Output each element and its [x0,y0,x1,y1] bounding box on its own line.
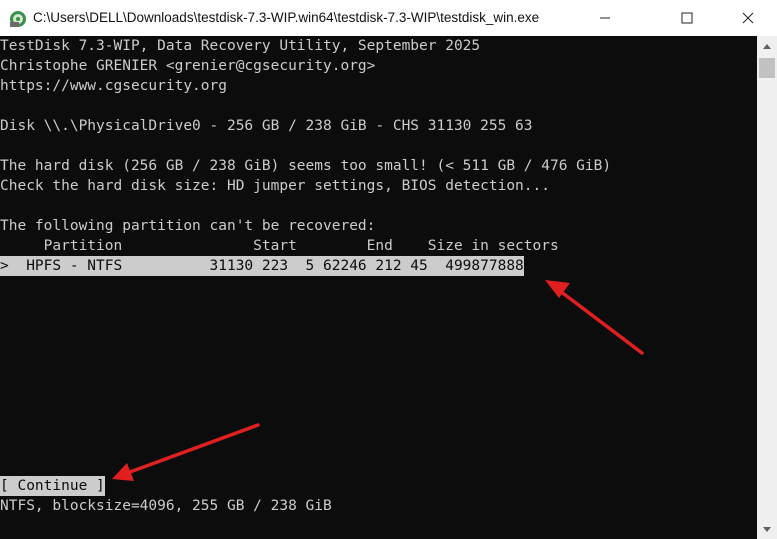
maximize-icon [681,12,693,24]
window-title: C:\Users\DELL\Downloads\testdisk-7.3-WIP… [33,10,540,25]
scroll-up-button[interactable] [757,36,777,56]
continue-button[interactable]: [ Continue ] [0,476,105,496]
scrollbar-thumb[interactable] [759,58,775,78]
testdisk-app-icon [10,11,26,27]
header-title-line: TestDisk 7.3-WIP, Data Recovery Utility,… [0,38,481,54]
close-icon [742,12,754,24]
status-line: NTFS, blocksize=4096, 255 GB / 238 GiB [0,498,332,514]
vertical-scrollbar[interactable] [757,36,777,539]
scroll-down-arrow-icon [763,526,771,532]
partition-row-selected[interactable]: > HPFS - NTFS 31130 223 5 62246 212 45 4… [0,256,524,276]
disk-info-line: Disk \\.\PhysicalDrive0 - 256 GB / 238 G… [0,118,533,134]
cannot-recover-line: The following partition can't be recover… [0,218,376,234]
disk-size-warning-line: The hard disk (256 GB / 238 GiB) seems t… [0,158,612,174]
minimize-button[interactable] [582,0,628,36]
maximize-button[interactable] [664,0,710,36]
scroll-down-button[interactable] [757,519,777,539]
header-author-line: Christophe GRENIER <grenier@cgsecurity.o… [0,58,376,74]
minimize-icon [600,17,610,19]
scroll-up-arrow-icon [763,43,771,49]
partition-table-header: Partition Start End Size in sectors [0,238,559,254]
terminal-area: TestDisk 7.3-WIP, Data Recovery Utility,… [0,36,757,539]
header-url-line: https://www.cgsecurity.org [0,78,227,94]
close-button[interactable] [725,0,771,36]
disk-check-hint-line: Check the hard disk size: HD jumper sett… [0,178,550,194]
window-titlebar: C:\Users\DELL\Downloads\testdisk-7.3-WIP… [0,0,777,36]
